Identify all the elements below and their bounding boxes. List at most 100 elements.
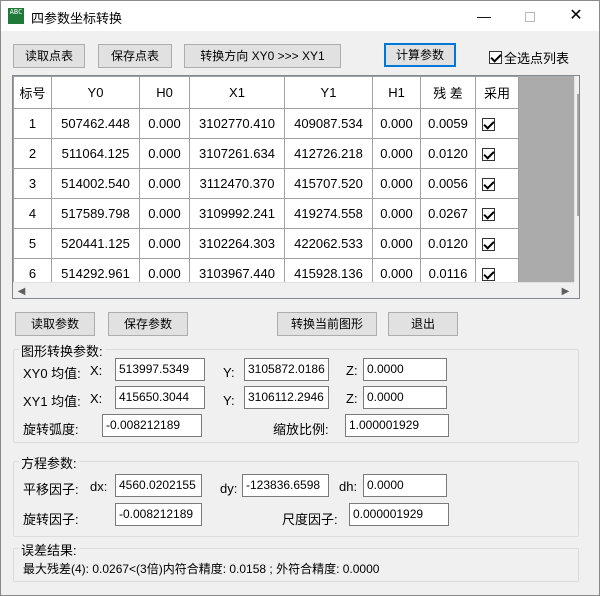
- cell-x1[interactable]: 3109992.241: [189, 198, 285, 229]
- xy1-y-field[interactable]: 3106112.2946: [244, 386, 329, 409]
- cell-h0[interactable]: 0.000: [139, 108, 190, 139]
- cell-residual[interactable]: 0.0120: [420, 228, 476, 259]
- cell-h0[interactable]: 0.000: [139, 138, 190, 169]
- cell-h1[interactable]: 0.000: [372, 228, 421, 259]
- cell-h1[interactable]: 0.000: [372, 168, 421, 199]
- table-row[interactable]: 5 520441.125 0.000 3102264.303 422062.533 0.0…: [13, 228, 519, 259]
- cell-id[interactable]: 3: [13, 168, 52, 199]
- xy1-x-field[interactable]: 415650.3044: [115, 386, 205, 409]
- cell-id[interactable]: 5: [13, 228, 52, 259]
- cell-used[interactable]: [475, 108, 519, 139]
- checkbox-checked-icon[interactable]: [482, 148, 495, 162]
- cell-y0[interactable]: 520441.125: [51, 228, 140, 259]
- table-row[interactable]: 4 517589.798 0.000 3109992.241 419274.558 0.0…: [13, 198, 519, 229]
- table-row[interactable]: 2 511064.125 0.000 3107261.634 412726.218 0.0…: [13, 138, 519, 169]
- header-col-y1[interactable]: Y1: [284, 76, 373, 109]
- cell-h0[interactable]: 0.000: [139, 198, 190, 229]
- scale-ratio-label: 缩放比例:: [273, 422, 329, 437]
- xy1-z-label: Z:: [346, 391, 358, 406]
- cell-y1[interactable]: 412726.218: [284, 138, 373, 169]
- dh-field[interactable]: 0.0000: [363, 474, 447, 497]
- cell-residual[interactable]: 0.0056: [420, 168, 476, 199]
- cell-id[interactable]: 1: [13, 108, 52, 139]
- checkbox-checked-icon[interactable]: [482, 268, 495, 282]
- scroll-down-icon[interactable]: ▼: [575, 265, 580, 282]
- table-row[interactable]: 3 514002.540 0.000 3112470.370 415707.520 0.0…: [13, 168, 519, 199]
- checkbox-checked-icon[interactable]: [482, 178, 495, 192]
- cell-h0[interactable]: 0.000: [139, 228, 190, 259]
- header-col-h0[interactable]: H0: [139, 76, 190, 109]
- header-col-x1[interactable]: X1: [189, 76, 285, 109]
- maximize-icon: [525, 12, 535, 23]
- cell-h1[interactable]: 0.000: [372, 198, 421, 229]
- header-col-y0[interactable]: Y0: [51, 76, 140, 109]
- minimize-button[interactable]: —: [461, 1, 507, 31]
- checkbox-checked-icon[interactable]: [482, 238, 495, 252]
- checkbox-checked-icon[interactable]: [482, 118, 495, 132]
- cell-y0[interactable]: 517589.798: [51, 198, 140, 229]
- scale-ratio-field[interactable]: 1.000001929: [345, 414, 449, 437]
- cell-h1[interactable]: 0.000: [372, 138, 421, 169]
- scale-factor-field[interactable]: 0.000001929: [349, 503, 449, 526]
- cell-residual[interactable]: 0.0120: [420, 138, 476, 169]
- dy-field[interactable]: -123836.6598: [242, 474, 329, 497]
- cell-y0[interactable]: 507462.448: [51, 108, 140, 139]
- cell-y1[interactable]: 415707.520: [284, 168, 373, 199]
- save-params-button[interactable]: 保存参数: [108, 312, 188, 336]
- scroll-right-icon[interactable]: ▶: [557, 283, 574, 298]
- direction-button[interactable]: 转换方向 XY0 >>> XY1: [184, 44, 341, 68]
- cell-residual[interactable]: 0.0267: [420, 198, 476, 229]
- vertical-scroll-thumb[interactable]: [577, 94, 579, 216]
- exit-button[interactable]: 退出: [388, 312, 458, 336]
- header-col-used[interactable]: 采用: [475, 76, 519, 109]
- save-points-button[interactable]: 保存点表: [98, 44, 172, 68]
- cell-id[interactable]: 4: [13, 198, 52, 229]
- header-col-id[interactable]: 标号: [13, 76, 52, 109]
- maximize-button[interactable]: [507, 1, 553, 31]
- cell-used[interactable]: [475, 168, 519, 199]
- horizontal-scrollbar[interactable]: ◀ ▶: [13, 282, 574, 298]
- calc-params-button[interactable]: 计算参数: [384, 43, 456, 67]
- checkbox-checked-icon[interactable]: [482, 208, 495, 222]
- rotation-factor-field[interactable]: -0.008212189: [115, 503, 202, 526]
- cell-y1[interactable]: 409087.534: [284, 108, 373, 139]
- xy1-x-label: X:: [90, 391, 103, 406]
- xy0-y-field[interactable]: 3105872.0186: [244, 358, 329, 381]
- vertical-scrollbar[interactable]: ▲ ▼: [574, 76, 580, 282]
- cell-y1[interactable]: 422062.533: [284, 228, 373, 259]
- cell-y0[interactable]: 514002.540: [51, 168, 140, 199]
- cell-y0[interactable]: 511064.125: [51, 138, 140, 169]
- xy0-z-field[interactable]: 0.0000: [363, 358, 447, 381]
- rotation-rad-field[interactable]: -0.008212189: [102, 414, 202, 437]
- convert-shape-button[interactable]: 转换当前图形: [277, 312, 377, 336]
- cell-y1[interactable]: 419274.558: [284, 198, 373, 229]
- cell-id[interactable]: 2: [13, 138, 52, 169]
- cell-used[interactable]: [475, 138, 519, 169]
- xy1-y-label: Y:: [223, 393, 235, 408]
- cell-used[interactable]: [475, 228, 519, 259]
- read-params-button[interactable]: 读取参数: [15, 312, 95, 336]
- xy1-z-field[interactable]: 0.0000: [363, 386, 447, 409]
- cell-x1[interactable]: 3102770.410: [189, 108, 285, 139]
- header-col-h1[interactable]: H1: [372, 76, 421, 109]
- cell-x1[interactable]: 3107261.634: [189, 138, 285, 169]
- points-table: 标号 Y0 H0 X1 Y1 H1 残 差采用 1 507462.448 0.000 310277…: [13, 76, 519, 289]
- points-grid[interactable]: 标号 Y0 H0 X1 Y1 H1 残 差采用 1 507462.448 0.000 310277…: [12, 75, 580, 299]
- table-row[interactable]: 1 507462.448 0.000 3102770.410 409087.534 0.0…: [13, 108, 519, 139]
- close-button[interactable]: ✕: [553, 1, 599, 31]
- title-bar[interactable]: ABC 四参数坐标转换 — ✕: [1, 1, 599, 31]
- read-points-button[interactable]: 读取点表: [13, 44, 85, 68]
- header-col-residual[interactable]: 残 差: [420, 76, 476, 109]
- scroll-left-icon[interactable]: ◀: [13, 283, 30, 298]
- select-all-checkbox[interactable]: 全选点列表: [489, 48, 569, 66]
- scroll-up-icon[interactable]: ▲: [575, 76, 580, 93]
- cell-residual[interactable]: 0.0059: [420, 108, 476, 139]
- xy0-x-field[interactable]: 513997.5349: [115, 358, 205, 381]
- dx-field[interactable]: 4560.0202155: [115, 474, 202, 497]
- cell-h1[interactable]: 0.000: [372, 108, 421, 139]
- cell-x1[interactable]: 3102264.303: [189, 228, 285, 259]
- cell-x1[interactable]: 3112470.370: [189, 168, 285, 199]
- rotation-rad-label: 旋转弧度:: [23, 422, 79, 437]
- cell-used[interactable]: [475, 198, 519, 229]
- cell-h0[interactable]: 0.000: [139, 168, 190, 199]
